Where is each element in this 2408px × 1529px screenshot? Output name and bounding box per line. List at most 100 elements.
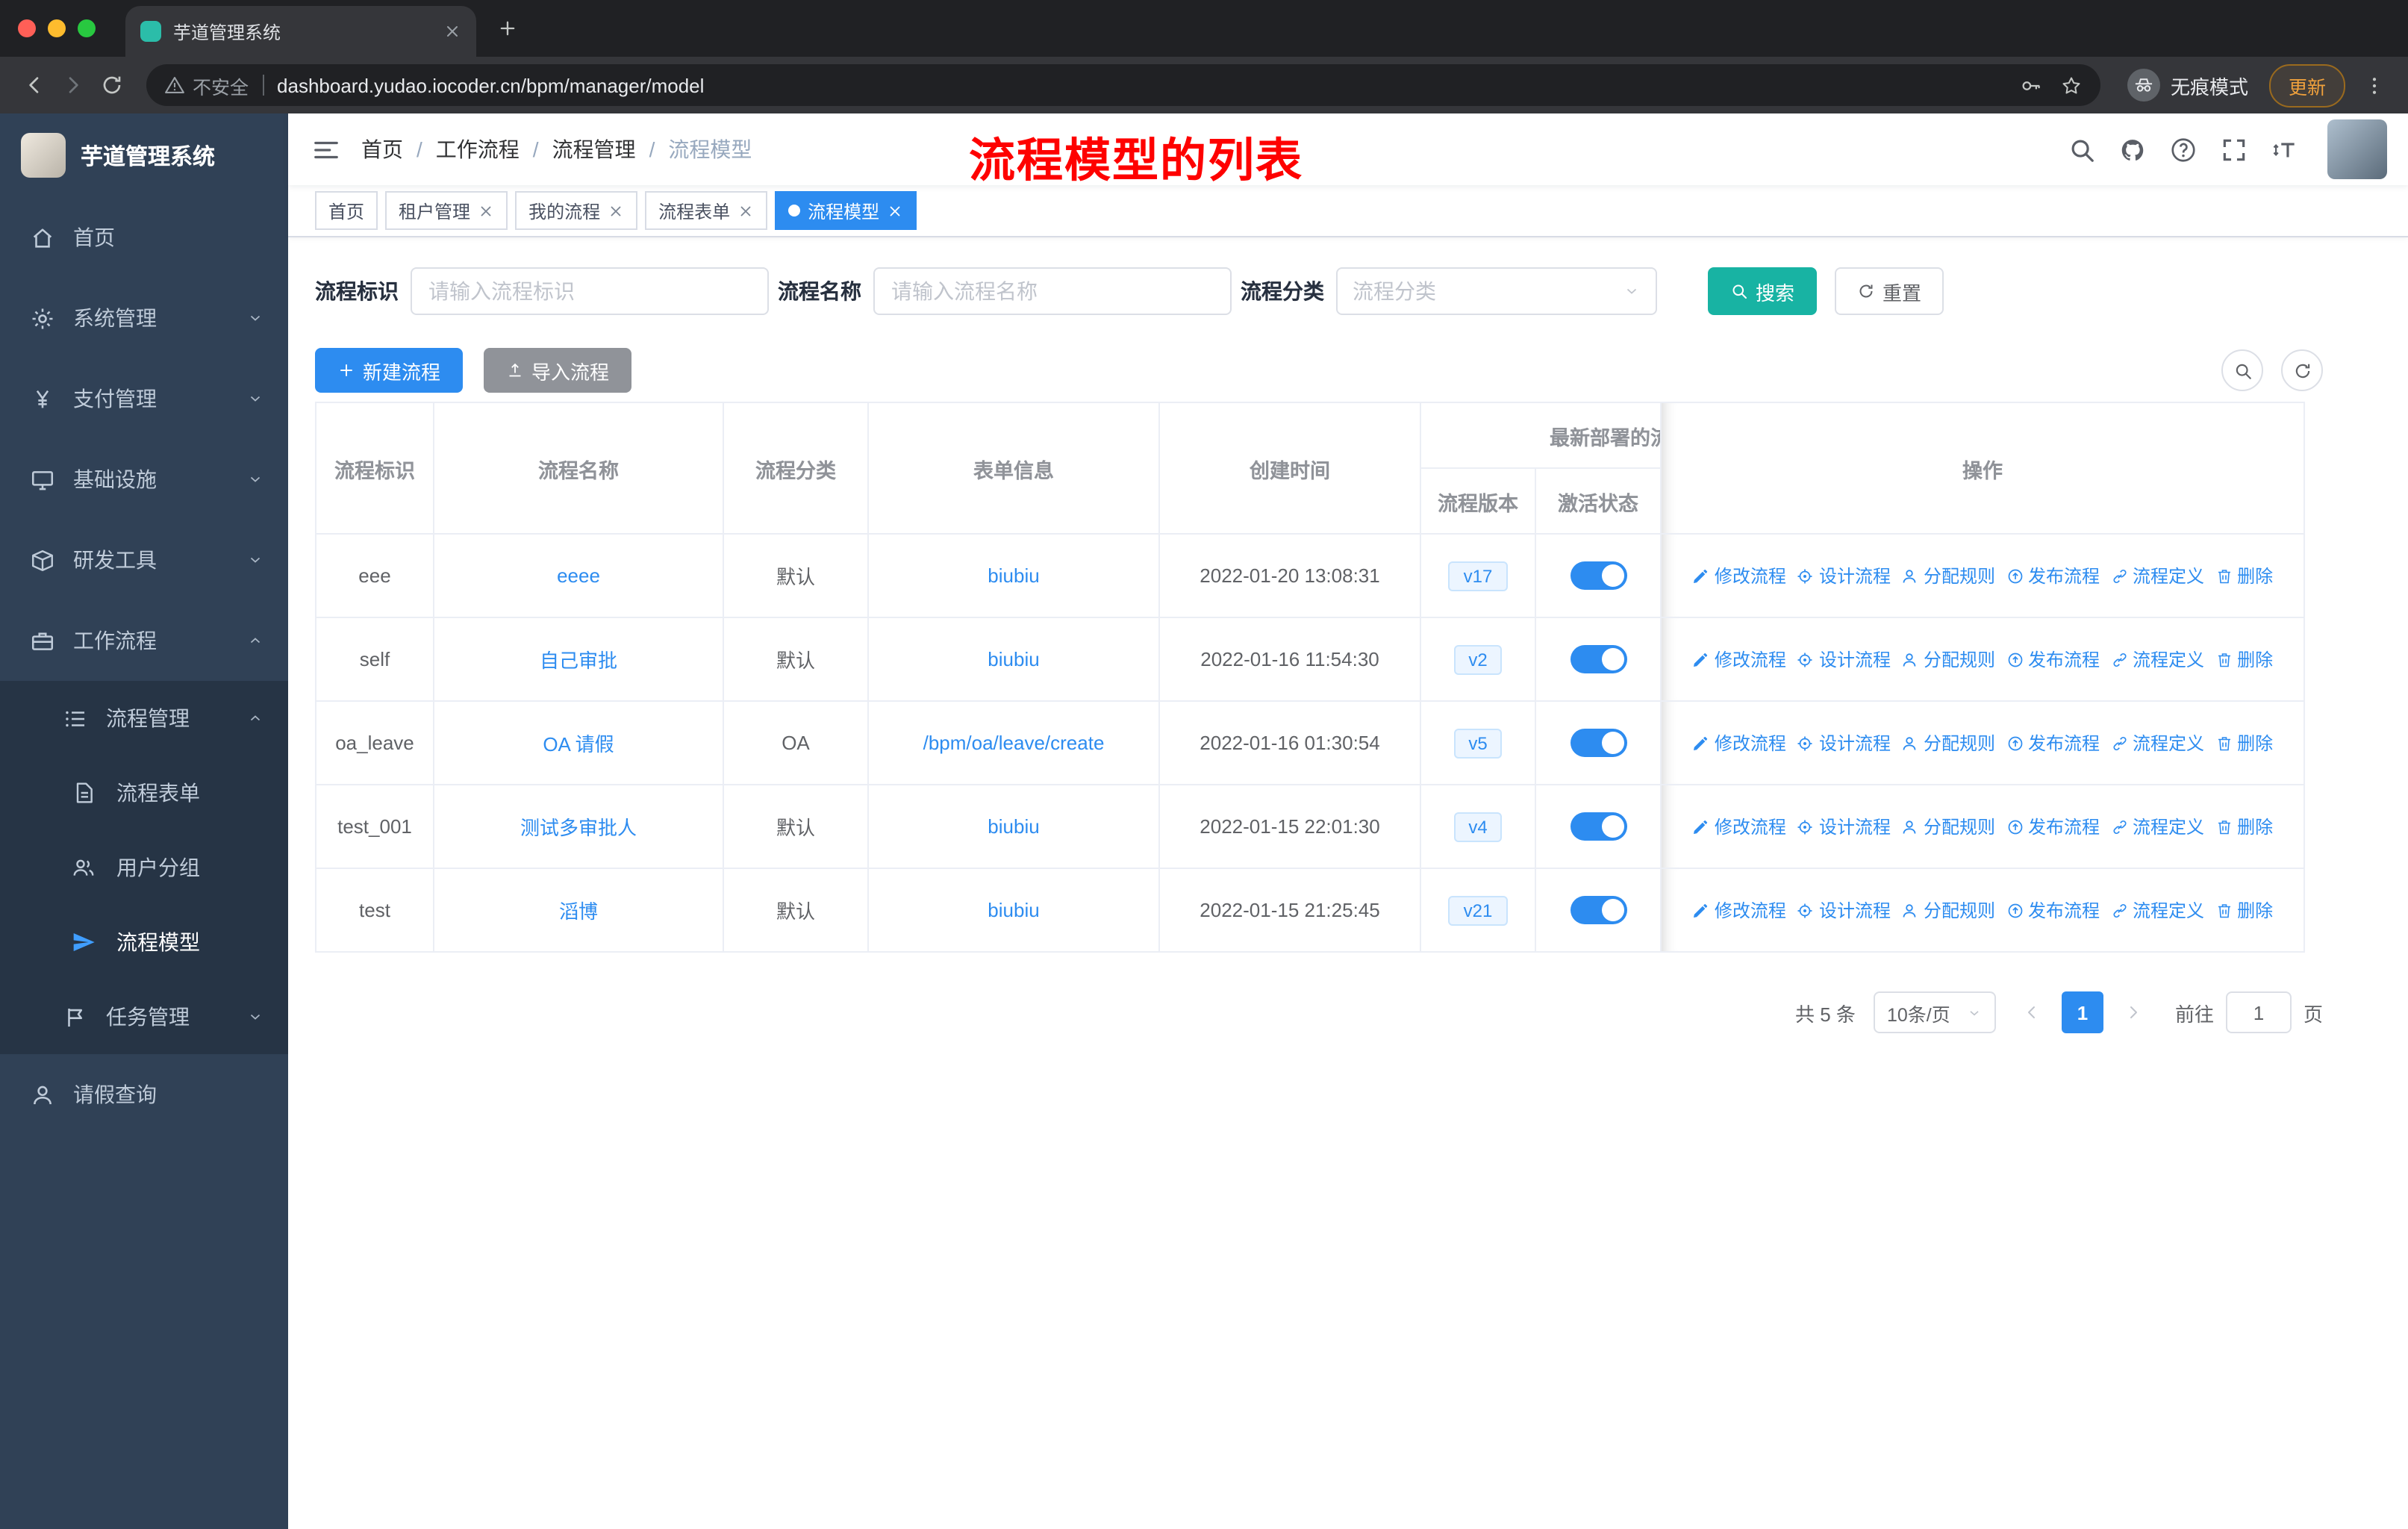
tag-process-form[interactable]: 流程表单	[645, 191, 768, 230]
action-design-process[interactable]: 设计流程	[1797, 897, 1891, 923]
tag-my-process[interactable]: 我的流程	[515, 191, 638, 230]
category-select[interactable]: 流程分类	[1336, 267, 1657, 315]
refresh-table-button[interactable]	[2281, 349, 2323, 391]
sidebar-item-process-model[interactable]: 流程模型	[0, 905, 288, 980]
url-text[interactable]: dashboard.yudao.iocoder.cn/bpm/manager/m…	[277, 74, 2002, 96]
process-name-link[interactable]: eeee	[557, 564, 600, 587]
current-page-button[interactable]: 1	[2061, 991, 2103, 1033]
close-icon[interactable]	[737, 202, 754, 219]
sidebar-item-home[interactable]: 首页	[0, 197, 288, 278]
active-toggle[interactable]	[1570, 896, 1626, 924]
zoom-window-button[interactable]	[78, 19, 96, 37]
tag-process-model[interactable]: 流程模型	[775, 191, 917, 230]
browser-menu-icon[interactable]	[2357, 69, 2390, 102]
breadcrumb-workflow[interactable]: 工作流程	[436, 134, 520, 164]
help-icon[interactable]	[2169, 135, 2198, 164]
minimize-window-button[interactable]	[48, 19, 66, 37]
action-delete[interactable]: 删除	[2215, 814, 2273, 839]
action-assign-rule[interactable]: 分配规则	[1901, 647, 1995, 672]
action-process-definition[interactable]: 流程定义	[2110, 563, 2204, 588]
tag-home[interactable]: 首页	[315, 191, 378, 230]
page-size-select[interactable]: 10条/页	[1873, 991, 1996, 1033]
sidebar-item-process-management[interactable]: 流程管理	[0, 681, 288, 756]
action-delete[interactable]: 删除	[2215, 563, 2273, 588]
update-button[interactable]: 更新	[2268, 63, 2345, 107]
action-publish-process[interactable]: 发布流程	[2006, 814, 2100, 839]
action-assign-rule[interactable]: 分配规则	[1901, 897, 1995, 923]
github-icon[interactable]	[2118, 135, 2147, 164]
sidebar-item-leave-query[interactable]: 请假查询	[0, 1054, 288, 1135]
action-publish-process[interactable]: 发布流程	[2006, 647, 2100, 672]
action-delete[interactable]: 删除	[2215, 647, 2273, 672]
process-name-link[interactable]: OA 请假	[543, 733, 614, 756]
action-process-definition[interactable]: 流程定义	[2110, 814, 2204, 839]
active-toggle[interactable]	[1570, 812, 1626, 841]
action-assign-rule[interactable]: 分配规则	[1901, 730, 1995, 756]
avatar[interactable]	[2327, 119, 2387, 179]
collapse-sidebar-button[interactable]	[288, 135, 361, 164]
form-info-link[interactable]: biubiu	[988, 648, 1039, 670]
back-button[interactable]	[15, 66, 54, 105]
action-publish-process[interactable]: 发布流程	[2006, 730, 2100, 756]
process-name-link[interactable]: 自己审批	[540, 650, 617, 672]
security-indicator[interactable]: 不安全	[164, 71, 249, 99]
sidebar-item-devtools[interactable]: 研发工具	[0, 520, 288, 600]
active-toggle[interactable]	[1570, 561, 1626, 590]
breadcrumb-process-management[interactable]: 流程管理	[552, 134, 636, 164]
new-tab-button[interactable]	[488, 9, 527, 48]
process-name-link[interactable]: 测试多审批人	[520, 817, 637, 839]
action-design-process[interactable]: 设计流程	[1797, 563, 1891, 588]
process-name-input[interactable]	[873, 267, 1232, 315]
action-design-process[interactable]: 设计流程	[1797, 730, 1891, 756]
import-process-button[interactable]: 导入流程	[484, 348, 632, 393]
action-assign-rule[interactable]: 分配规则	[1901, 563, 1995, 588]
bookmark-star-icon[interactable]	[2060, 74, 2083, 96]
search-icon[interactable]	[2068, 135, 2096, 164]
action-publish-process[interactable]: 发布流程	[2006, 897, 2100, 923]
action-modify-process[interactable]: 修改流程	[1692, 563, 1786, 588]
prev-page-button[interactable]	[2014, 991, 2050, 1033]
breadcrumb-home[interactable]: 首页	[361, 134, 403, 164]
form-info-link[interactable]: biubiu	[988, 815, 1039, 838]
action-process-definition[interactable]: 流程定义	[2110, 730, 2204, 756]
active-toggle[interactable]	[1570, 729, 1626, 757]
forward-button[interactable]	[54, 66, 93, 105]
window-controls[interactable]	[0, 19, 116, 37]
form-info-link[interactable]: biubiu	[988, 564, 1039, 587]
sidebar-item-task-management[interactable]: 任务管理	[0, 980, 288, 1054]
sidebar-item-payment[interactable]: 支付管理	[0, 358, 288, 439]
goto-page-input[interactable]	[2225, 991, 2292, 1033]
close-icon[interactable]	[608, 202, 624, 219]
close-window-button[interactable]	[18, 19, 36, 37]
url-bar[interactable]: 不安全 dashboard.yudao.iocoder.cn/bpm/manag…	[146, 64, 2100, 106]
close-icon[interactable]	[887, 202, 903, 219]
action-modify-process[interactable]: 修改流程	[1692, 814, 1786, 839]
action-design-process[interactable]: 设计流程	[1797, 814, 1891, 839]
tag-tenant-management[interactable]: 租户管理	[385, 191, 508, 230]
create-process-button[interactable]: 新建流程	[315, 348, 464, 393]
reload-button[interactable]	[93, 66, 131, 105]
form-info-link[interactable]: /bpm/oa/leave/create	[923, 732, 1105, 754]
action-assign-rule[interactable]: 分配规则	[1901, 814, 1995, 839]
active-toggle[interactable]	[1570, 645, 1626, 673]
sidebar-item-process-form[interactable]: 流程表单	[0, 756, 288, 830]
sidebar-item-user-group[interactable]: 用户分组	[0, 830, 288, 905]
action-modify-process[interactable]: 修改流程	[1692, 647, 1786, 672]
process-id-input[interactable]	[411, 267, 769, 315]
sidebar-item-workflow[interactable]: 工作流程	[0, 600, 288, 681]
close-icon[interactable]	[478, 202, 494, 219]
fullscreen-icon[interactable]	[2220, 135, 2248, 164]
key-icon[interactable]	[2020, 74, 2042, 96]
browser-tab[interactable]: 芋道管理系统	[125, 6, 476, 57]
action-process-definition[interactable]: 流程定义	[2110, 647, 2204, 672]
action-delete[interactable]: 删除	[2215, 897, 2273, 923]
action-modify-process[interactable]: 修改流程	[1692, 730, 1786, 756]
search-button[interactable]: 搜索	[1708, 267, 1818, 315]
action-delete[interactable]: 删除	[2215, 730, 2273, 756]
process-name-link[interactable]: 滔博	[559, 900, 598, 923]
reset-button[interactable]: 重置	[1835, 267, 1944, 315]
sidebar-item-infrastructure[interactable]: 基础设施	[0, 439, 288, 520]
action-design-process[interactable]: 设计流程	[1797, 647, 1891, 672]
close-tab-icon[interactable]	[443, 22, 461, 40]
action-publish-process[interactable]: 发布流程	[2006, 563, 2100, 588]
